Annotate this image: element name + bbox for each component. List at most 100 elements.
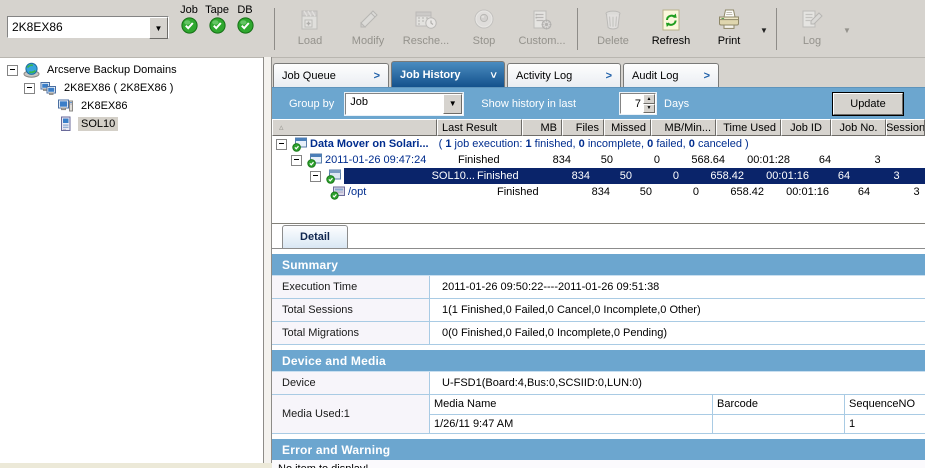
volume-status-icon	[330, 185, 345, 200]
main-panel: Job Queue > Job History > Activity Log >…	[272, 57, 925, 468]
column-header-missed[interactable]: Missed	[604, 119, 651, 136]
job-group-summary: ( 1 job execution: 1 finished, 0 incompl…	[439, 138, 749, 150]
cell-missed: 0	[642, 170, 689, 182]
reschedule-button-label: Resche...	[403, 35, 449, 47]
cell-job-id: 64	[800, 154, 850, 166]
tree-item-label[interactable]: 2K8EX86	[78, 99, 130, 113]
tab-audit-log[interactable]: Audit Log >	[623, 63, 719, 87]
job-engine-status: Job	[178, 4, 200, 34]
print-dropdown-arrow[interactable]: ▼	[758, 7, 770, 53]
master-job-row-selected[interactable]: SOL10... Finished 834 50 0 658.42 00:01:…	[272, 168, 925, 184]
tree-item-server[interactable]: 2K8EX86	[0, 97, 263, 115]
days-input[interactable]	[621, 94, 643, 113]
column-header-files[interactable]: Files	[562, 119, 604, 136]
reschedule-button[interactable]: Resche...	[397, 7, 455, 53]
days-spinner[interactable]: ▲ ▼	[620, 93, 656, 114]
collapse-toggle-icon[interactable]	[291, 155, 302, 166]
reschedule-icon	[413, 7, 439, 33]
stop-button[interactable]: Stop	[455, 7, 513, 53]
barcode-column-header: Barcode	[713, 395, 845, 414]
execution-time-label: Execution Time	[272, 276, 430, 298]
detail-tab-label: Detail	[300, 231, 330, 243]
column-header-last-result[interactable]: Last Result	[437, 119, 522, 136]
spin-up-icon[interactable]: ▲	[643, 94, 655, 104]
customize-icon	[529, 7, 555, 33]
delete-button[interactable]: Delete	[584, 7, 642, 53]
tree-item-sol10[interactable]: SOL10	[0, 115, 263, 133]
modify-icon	[355, 7, 381, 33]
job-group-row[interactable]: Data Mover on Solari... ( 1 job executio…	[272, 136, 925, 152]
update-button-label: Update	[850, 98, 885, 110]
tree-item-label[interactable]: SOL10	[78, 117, 118, 131]
job-engine-label: Job	[180, 4, 198, 17]
collapse-toggle-icon[interactable]	[7, 65, 18, 76]
tab-detail[interactable]: Detail	[282, 225, 348, 248]
tab-label: Job History	[400, 69, 478, 81]
column-header-time-used[interactable]: Time Used	[716, 119, 781, 136]
modify-button[interactable]: Modify	[339, 7, 397, 53]
tab-job-history[interactable]: Job History >	[391, 61, 505, 87]
log-dropdown-arrow[interactable]: ▼	[841, 7, 853, 53]
cell-missed: 0	[623, 154, 670, 166]
tree-item-label[interactable]: 2K8EX86 ( 2K8EX86 )	[61, 81, 176, 95]
sequence-no-column-header: SequenceNO	[845, 395, 925, 414]
delete-button-label: Delete	[597, 35, 629, 47]
panel-splitter[interactable]	[263, 57, 272, 463]
detail-row-total-migrations: Total Migrations 0(0 Finished,0 Failed,0…	[272, 322, 925, 345]
cell-files: 50	[581, 154, 623, 166]
total-migrations-label: Total Migrations	[272, 322, 430, 344]
cell-files: 50	[620, 186, 662, 198]
column-header-job-id[interactable]: Job ID	[781, 119, 831, 136]
combo-dropdown-arrow-icon[interactable]: ▼	[443, 94, 462, 114]
refresh-button[interactable]: Refresh	[642, 7, 700, 53]
tab-job-queue[interactable]: Job Queue >	[273, 63, 389, 87]
tree-item-server-group[interactable]: 2K8EX86 ( 2K8EX86 )	[0, 79, 263, 97]
job-execution-row[interactable]: 2011-01-26 09:47:24 Finished 834 50 0 56…	[272, 152, 925, 168]
job-history-table: ▵ Last Result MB Files Missed MB/Min... …	[272, 119, 925, 224]
cell-time-used: 00:01:16	[754, 170, 819, 182]
job-group-name: Data Mover on Solari...	[310, 138, 429, 150]
spinner-buttons: ▲ ▼	[643, 94, 655, 113]
cell-mb: 834	[560, 170, 600, 182]
table-header-row: ▵ Last Result MB Files Missed MB/Min... …	[272, 119, 925, 136]
group-by-label: Group by	[289, 98, 334, 110]
master-job-name: SOL10...	[344, 168, 475, 184]
modify-button-label: Modify	[352, 35, 384, 47]
view-tabs: Job Queue > Job History > Activity Log >…	[272, 57, 925, 87]
sequence-no-value: 1	[845, 415, 925, 434]
customize-button[interactable]: Custom...	[513, 7, 571, 53]
device-label: Device	[272, 372, 430, 394]
spin-down-icon[interactable]: ▼	[643, 104, 655, 114]
column-header-mb-min[interactable]: MB/Min...	[651, 119, 716, 136]
chevron-right-icon: >	[606, 70, 612, 82]
group-by-dropdown[interactable]: Job ▼	[345, 93, 463, 115]
job-status-icon	[326, 169, 341, 184]
collapse-toggle-icon[interactable]	[24, 83, 35, 94]
device-value: U-FSD1(Board:4,Bus:0,SCSIID:0,LUN:0)	[430, 372, 925, 394]
server-selector-input[interactable]	[8, 17, 149, 37]
update-button[interactable]: Update	[833, 93, 903, 115]
cell-job-no: 3	[850, 154, 905, 166]
volume-row[interactable]: /opt Finished 834 50 0 658.42 00:01:16 6…	[272, 184, 925, 200]
detail-row-media-used: Media Used:1 Media Name Barcode Sequence…	[272, 395, 925, 434]
server-selector-combobox[interactable]: ▼	[7, 16, 169, 38]
cell-mb-min: 658.42	[709, 186, 774, 198]
log-button[interactable]: Log	[783, 7, 841, 53]
tree-item-label[interactable]: Arcserve Backup Domains	[44, 63, 180, 77]
load-button[interactable]: Load	[281, 7, 339, 53]
tab-activity-log[interactable]: Activity Log >	[507, 63, 621, 87]
cell-time-used: 00:01:28	[735, 154, 800, 166]
column-header-name[interactable]: ▵	[272, 119, 437, 136]
tree-item-domains[interactable]: Arcserve Backup Domains	[0, 61, 263, 79]
execution-time-value: 2011-01-26 09:50:22----2011-01-26 09:51:…	[430, 276, 925, 298]
column-header-job-no[interactable]: Job No.	[831, 119, 886, 136]
column-header-session[interactable]: Session	[886, 119, 925, 136]
collapse-toggle-icon[interactable]	[276, 139, 287, 150]
db-engine-status: DB	[234, 4, 256, 34]
print-button[interactable]: Print	[700, 7, 758, 53]
job-status-icon	[307, 153, 322, 168]
media-name-column-header: Media Name	[430, 395, 713, 414]
collapse-toggle-icon[interactable]	[310, 171, 321, 182]
column-header-mb[interactable]: MB	[522, 119, 562, 136]
combo-dropdown-arrow-icon[interactable]: ▼	[149, 17, 168, 39]
